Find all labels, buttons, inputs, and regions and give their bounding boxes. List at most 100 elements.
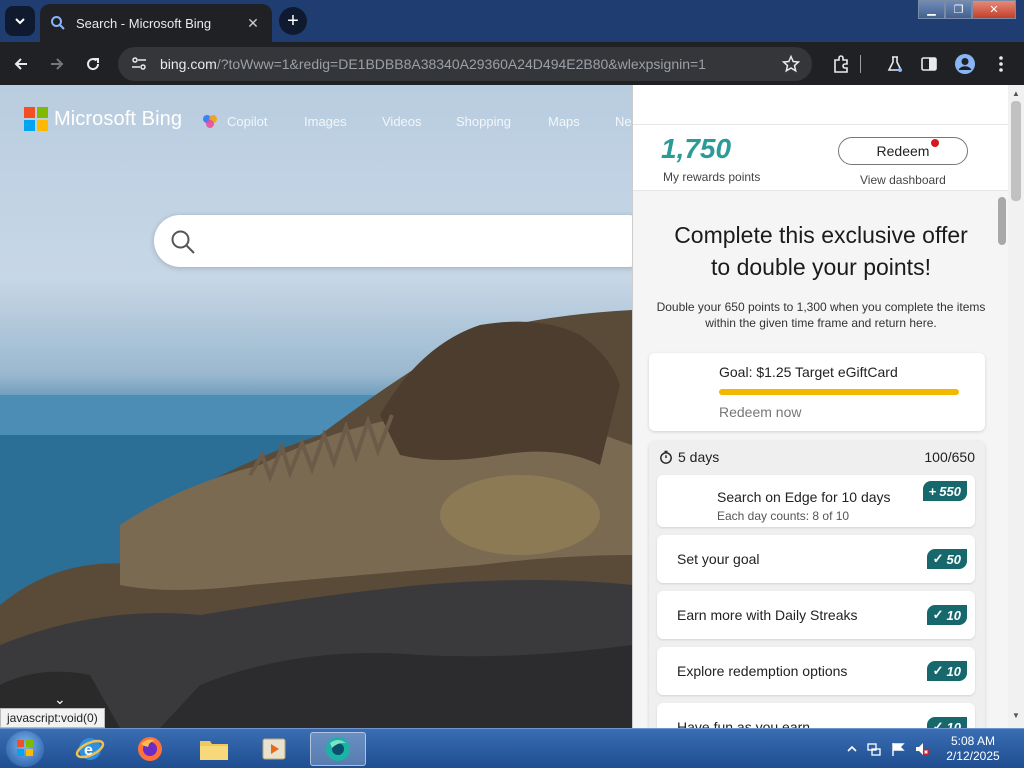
taskbar-firefox[interactable] xyxy=(124,732,176,766)
bookmark-star-icon[interactable] xyxy=(782,55,800,73)
action-center-flag-icon[interactable] xyxy=(890,741,906,757)
task-label: Have fun as you earn xyxy=(677,719,811,728)
page-scrollbar[interactable]: ▲ ▼ xyxy=(1008,85,1024,728)
tab-search-button[interactable] xyxy=(5,6,35,36)
taskbar-file-explorer[interactable] xyxy=(188,732,240,766)
nav-maps[interactable]: Maps xyxy=(548,114,580,129)
arrow-right-icon xyxy=(51,58,64,70)
microsoft-logo-icon xyxy=(24,107,48,131)
network-icon[interactable] xyxy=(866,741,882,757)
site-info-icon[interactable] xyxy=(130,56,148,72)
taskbar-media-player[interactable] xyxy=(248,732,300,766)
taskbar-internet-explorer[interactable]: e xyxy=(64,732,116,766)
windows-taskbar: e 5:08 AM 2/12/2025 xyxy=(0,728,1024,768)
scroll-down-chevron-icon[interactable]: ⌄ xyxy=(54,691,66,708)
checkmark-icon: ✓ xyxy=(932,663,944,678)
redeem-now-link[interactable]: Redeem now xyxy=(719,404,802,420)
nav-shopping[interactable]: Shopping xyxy=(456,114,511,129)
points-badge: ✓ 50 xyxy=(926,549,967,569)
nav-videos[interactable]: Videos xyxy=(382,114,422,129)
scroll-down-arrow-icon[interactable]: ▼ xyxy=(1012,711,1020,720)
goal-progress-bar xyxy=(719,389,959,395)
bing-header: Microsoft Bing xyxy=(24,107,182,131)
reload-button[interactable] xyxy=(80,51,106,77)
nav-images[interactable]: Images xyxy=(304,114,347,129)
search-input[interactable] xyxy=(154,215,654,267)
system-clock[interactable]: 5:08 AM 2/12/2025 xyxy=(938,734,1008,764)
internet-explorer-icon: e xyxy=(75,738,105,760)
close-tab-icon[interactable]: ✕ xyxy=(244,14,262,32)
show-hidden-icons-icon[interactable] xyxy=(844,741,860,757)
view-dashboard-link[interactable]: View dashboard xyxy=(860,173,946,187)
browser-app-icon xyxy=(326,737,350,761)
arrow-left-icon xyxy=(14,58,27,70)
url-text: bing.com/?toWww=1&redig=DE1BDBB8A38340A2… xyxy=(160,56,706,72)
brand-name: Microsoft Bing xyxy=(54,107,183,130)
panel-scrollbar-thumb[interactable] xyxy=(998,197,1006,245)
firefox-icon xyxy=(138,737,162,761)
taskbar-chrome-active[interactable] xyxy=(310,732,366,766)
offer-title: Complete this exclusive offer to double … xyxy=(674,222,968,280)
media-player-icon xyxy=(262,738,286,760)
labs-flask-icon[interactable] xyxy=(884,53,906,75)
timer-icon xyxy=(660,450,672,464)
points-badge: ✓ 10 xyxy=(926,717,967,728)
link-status-bar: javascript:void(0) xyxy=(0,708,105,728)
start-button[interactable] xyxy=(6,731,44,767)
rewards-points-label: My rewards points xyxy=(663,170,761,184)
task-label: Explore redemption options xyxy=(677,663,848,679)
new-tab-button[interactable]: + xyxy=(279,7,307,35)
task-daily-streaks[interactable]: Earn more with Daily Streaks ✓ 10 xyxy=(657,591,975,639)
windows-logo-icon xyxy=(17,740,33,756)
clock-date: 2/12/2025 xyxy=(946,749,1000,763)
panel-top-bar xyxy=(633,85,1008,125)
redeem-button[interactable]: Redeem xyxy=(838,137,968,165)
minimize-button[interactable]: ▁ xyxy=(918,0,945,19)
tab-bing-search[interactable]: Search - Microsoft Bing ✕ xyxy=(40,4,272,42)
nav-copilot[interactable]: Copilot xyxy=(227,114,267,129)
notification-dot xyxy=(931,139,939,147)
volume-muted-icon[interactable] xyxy=(914,741,930,757)
bing-page: Microsoft Bing Copilot Images Videos Sho… xyxy=(0,85,1024,728)
rewards-points-value: 1,750 xyxy=(661,133,732,164)
search-icon xyxy=(51,16,65,30)
microsoft-bing-logo[interactable]: Microsoft Bing xyxy=(24,107,182,131)
rewards-panel: 1,750 My rewards points Redeem View dash… xyxy=(632,85,1008,728)
goal-text: Goal: $1.25 Target eGiftCard xyxy=(719,364,898,380)
task-label: Set your goal xyxy=(677,551,760,567)
copilot-icon xyxy=(203,115,217,128)
search-icon xyxy=(171,230,195,254)
task-explore-redemption[interactable]: Explore redemption options ✓ 10 xyxy=(657,647,975,695)
scrollbar-thumb[interactable] xyxy=(1011,101,1021,201)
nav-news[interactable]: Ne xyxy=(615,114,632,129)
svg-text:e: e xyxy=(84,742,93,759)
scroll-up-arrow-icon[interactable]: ▲ xyxy=(1012,89,1020,98)
back-button[interactable] xyxy=(8,51,34,77)
browser-toolbar: bing.com/?toWww=1&redig=DE1BDBB8A38340A2… xyxy=(0,42,1024,85)
checkmark-icon: ✓ xyxy=(932,551,944,566)
forward-button[interactable] xyxy=(44,51,70,77)
address-bar[interactable]: bing.com/?toWww=1&redig=DE1BDBB8A38340A2… xyxy=(118,47,812,81)
rewards-points-header: 1,750 My rewards points Redeem View dash… xyxy=(633,125,1008,191)
clock-time: 5:08 AM xyxy=(950,734,996,748)
task-label: Search on Edge for 10 days xyxy=(717,489,891,505)
browser-titlebar: Search - Microsoft Bing ✕ + ▁ ❐ ✕ xyxy=(0,0,1024,42)
side-panel-icon[interactable] xyxy=(918,53,940,75)
checkmark-icon: ✓ xyxy=(932,607,944,622)
task-sublabel: Each day counts: 8 of 10 xyxy=(717,509,850,523)
tasks-card: 5 days 100/650 Search on Edge for 10 day… xyxy=(649,441,985,728)
toolbar-divider xyxy=(856,53,864,75)
background-iguana-image xyxy=(0,310,632,728)
goal-card[interactable]: Goal: $1.25 Target eGiftCard Redeem now xyxy=(649,353,985,431)
points-badge: +550 xyxy=(922,481,967,501)
maximize-button[interactable]: ❐ xyxy=(945,0,972,19)
extensions-icon[interactable] xyxy=(830,53,852,75)
task-have-fun[interactable]: Have fun as you earn ✓ 10 xyxy=(657,703,975,728)
close-window-button[interactable]: ✕ xyxy=(972,0,1016,19)
task-search-on-edge[interactable]: Search on Edge for 10 days Each day coun… xyxy=(657,475,975,527)
task-label: Earn more with Daily Streaks xyxy=(677,607,858,623)
reload-icon xyxy=(87,58,100,71)
menu-dots-icon[interactable] xyxy=(990,53,1012,75)
task-set-your-goal[interactable]: Set your goal ✓ 50 xyxy=(657,535,975,583)
profile-avatar-icon[interactable] xyxy=(954,53,976,75)
